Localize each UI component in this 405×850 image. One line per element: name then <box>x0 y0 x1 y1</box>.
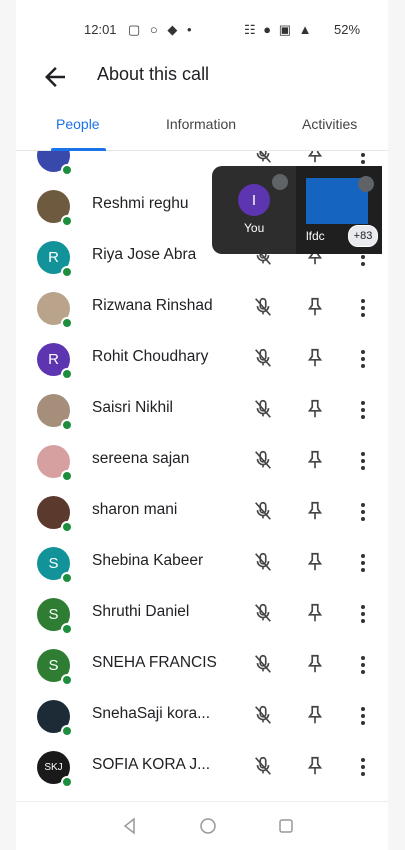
participant-row[interactable]: R Rohit Choudhary <box>16 334 388 385</box>
app-bar: About this call <box>16 58 388 104</box>
system-nav-bar <box>16 801 388 850</box>
participant-name: Rohit Choudhary <box>92 348 209 365</box>
participant-row[interactable]: SKJ SOFIA KORA J... <box>16 742 388 793</box>
self-avatar: I <box>238 184 270 216</box>
page-title: About this call <box>97 64 210 84</box>
mic-off-icon[interactable] <box>252 602 274 624</box>
participant-name: Rizwana Rinshad <box>92 297 213 314</box>
online-status-dot <box>61 572 73 584</box>
participant-row[interactable]: Rizwana Rinshad <box>16 283 388 334</box>
pin-icon[interactable] <box>304 347 326 369</box>
participant-name: Saisri Nikhil <box>92 399 173 416</box>
more-options-icon[interactable] <box>357 653 369 675</box>
participant-row[interactable]: sereena sajan <box>16 436 388 487</box>
online-status-dot <box>61 521 73 533</box>
nav-recents-icon[interactable] <box>276 816 296 836</box>
participant-name: SOFIA KORA J... <box>92 756 211 773</box>
nav-back-icon[interactable] <box>120 816 140 836</box>
participant-row[interactable]: sharon mani <box>16 487 388 538</box>
more-options-icon[interactable] <box>357 755 369 777</box>
participant-row[interactable]: S SNEHA FRANCIS <box>16 640 388 691</box>
status-system-icons: ☷ ● ▣ ▲ <box>244 22 314 37</box>
more-options-icon[interactable] <box>357 551 369 573</box>
more-participants-badge: +83 <box>348 225 378 247</box>
online-status-dot <box>61 266 73 278</box>
phone-screen: 12:01 ▢ ○ ◆ • ☷ ● ▣ ▲ 52% About this cal… <box>16 0 388 850</box>
pin-icon[interactable] <box>304 602 326 624</box>
nav-home-icon[interactable] <box>198 816 218 836</box>
participant-name: Reshmi reghu <box>92 195 189 212</box>
mic-off-icon[interactable] <box>252 500 274 522</box>
status-notification-icons: ▢ ○ ◆ • <box>128 22 195 37</box>
pin-icon[interactable] <box>304 653 326 675</box>
tab-information[interactable]: Information <box>166 116 236 132</box>
online-status-dot <box>61 725 73 737</box>
online-status-dot <box>61 317 73 329</box>
presenter-tile[interactable]: lfdc +83 <box>296 166 382 254</box>
participant-name: sereena sajan <box>92 450 190 467</box>
online-status-dot <box>61 164 73 176</box>
online-status-dot <box>61 215 73 227</box>
mic-off-icon[interactable] <box>252 449 274 471</box>
mic-off-icon[interactable] <box>252 704 274 726</box>
more-options-icon[interactable] <box>357 347 369 369</box>
tab-people[interactable]: People <box>56 116 100 132</box>
pin-icon[interactable] <box>304 500 326 522</box>
self-video-tile[interactable]: I You <box>212 166 296 254</box>
online-status-dot <box>61 776 73 788</box>
mic-off-icon[interactable] <box>252 347 274 369</box>
online-status-dot <box>61 674 73 686</box>
participant-row[interactable]: Saisri Nikhil <box>16 385 388 436</box>
pin-icon[interactable] <box>304 398 326 420</box>
pin-icon[interactable] <box>304 296 326 318</box>
mic-off-icon[interactable] <box>252 398 274 420</box>
pin-icon[interactable] <box>304 755 326 777</box>
mic-off-icon <box>272 174 288 190</box>
more-options-icon[interactable] <box>357 500 369 522</box>
more-options-icon[interactable] <box>357 449 369 471</box>
tab-bar: People Information Activities <box>16 104 388 151</box>
self-label: You <box>244 221 265 235</box>
online-status-dot <box>61 623 73 635</box>
mic-off-icon[interactable] <box>252 755 274 777</box>
participant-name: Riya Jose Abra <box>92 246 197 263</box>
pin-icon[interactable] <box>304 449 326 471</box>
more-options-icon[interactable] <box>357 296 369 318</box>
participant-row[interactable]: S Shruthi Daniel <box>16 589 388 640</box>
participant-name: sharon mani <box>92 501 178 518</box>
status-time: 12:01 <box>84 22 117 37</box>
more-options-icon[interactable] <box>357 602 369 624</box>
pin-icon[interactable] <box>304 151 326 165</box>
participant-row[interactable]: S Shebina Kabeer <box>16 538 388 589</box>
participant-row[interactable]: Sofiya Thomas <box>16 793 388 801</box>
mic-off-icon <box>358 176 374 192</box>
battery-level: 52% <box>334 22 361 37</box>
online-status-dot <box>61 368 73 380</box>
participant-name: Shebina Kabeer <box>92 552 204 569</box>
participant-row[interactable]: SnehaSaji kora... <box>16 691 388 742</box>
participant-name: SnehaSaji kora... <box>92 705 211 722</box>
mic-off-icon[interactable] <box>252 151 274 165</box>
mic-off-icon[interactable] <box>252 653 274 675</box>
participant-name: Shruthi Daniel <box>92 603 190 620</box>
floating-call-preview[interactable]: I You lfdc +83 <box>212 166 382 254</box>
more-options-icon[interactable] <box>357 398 369 420</box>
participant-name: SNEHA FRANCIS <box>92 654 217 671</box>
presenter-label: lfdc <box>306 229 325 243</box>
mic-off-icon[interactable] <box>252 551 274 573</box>
more-options-icon[interactable] <box>357 704 369 726</box>
back-arrow-icon[interactable] <box>40 62 70 92</box>
status-bar: 12:01 ▢ ○ ◆ • ☷ ● ▣ ▲ 52% <box>16 0 388 58</box>
more-options-icon[interactable] <box>357 151 369 165</box>
pin-icon[interactable] <box>304 551 326 573</box>
online-status-dot <box>61 419 73 431</box>
mic-off-icon[interactable] <box>252 296 274 318</box>
tab-activities[interactable]: Activities <box>302 116 357 132</box>
pin-icon[interactable] <box>304 704 326 726</box>
online-status-dot <box>61 470 73 482</box>
